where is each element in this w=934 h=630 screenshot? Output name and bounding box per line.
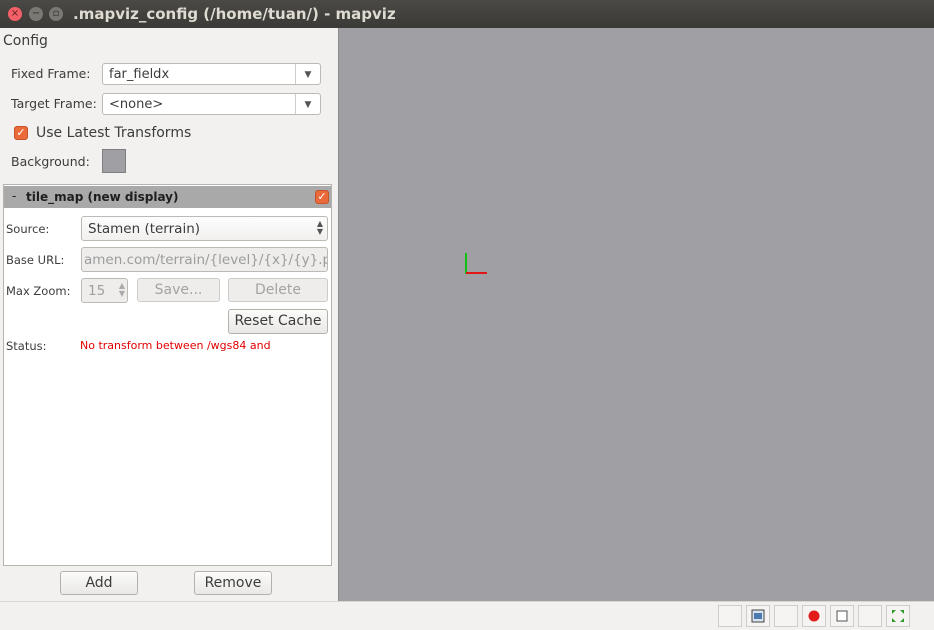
background-label: Background: xyxy=(11,154,90,169)
minimize-window-button[interactable]: − xyxy=(29,7,43,21)
screenshot-button[interactable] xyxy=(746,605,770,627)
checkmark-icon: ✓ xyxy=(16,126,26,139)
close-icon: × xyxy=(10,8,20,19)
source-label: Source: xyxy=(6,222,50,236)
axis-y-marker xyxy=(465,253,467,274)
minimize-icon: − xyxy=(31,8,41,19)
add-display-button[interactable]: Add xyxy=(60,571,138,595)
max-zoom-value: 15 xyxy=(88,283,106,299)
chevron-down-icon: ▼ xyxy=(295,64,320,84)
status-bar xyxy=(0,601,934,629)
source-select[interactable]: Stamen (terrain) ▲ ▼ xyxy=(81,216,328,241)
status-button-blank-2[interactable] xyxy=(774,605,798,627)
checkmark-icon: ✓ xyxy=(317,190,327,203)
config-panel: Config Fixed Frame: far_fieldx ▼ Target … xyxy=(0,28,338,601)
fixed-frame-combo[interactable]: far_fieldx ▼ xyxy=(102,63,321,85)
maximize-icon: ▫ xyxy=(52,8,60,19)
close-window-button[interactable]: × xyxy=(8,7,22,21)
display-header[interactable]: - tile_map (new display) ✓ xyxy=(4,186,331,208)
remove-display-button[interactable]: Remove xyxy=(194,571,272,595)
status-message: No transform between /wgs84 and xyxy=(80,339,271,352)
updown-arrows-icon: ▲ ▼ xyxy=(316,219,323,236)
save-button[interactable]: Save... xyxy=(137,278,220,302)
fixed-frame-label: Fixed Frame: xyxy=(11,66,91,81)
source-value: Stamen (terrain) xyxy=(88,221,201,237)
target-frame-combo[interactable]: <none> ▼ xyxy=(102,93,321,115)
spin-arrows-icon: ▲ ▼ xyxy=(118,281,125,298)
use-latest-transforms-checkbox[interactable]: ✓ xyxy=(14,126,28,140)
base-url-label: Base URL: xyxy=(6,253,65,267)
target-frame-value: <none> xyxy=(109,97,164,112)
display-name: tile_map (new display) xyxy=(26,190,179,204)
status-label: Status: xyxy=(6,339,47,353)
map-canvas[interactable] xyxy=(338,28,934,601)
background-color-swatch[interactable] xyxy=(102,149,126,173)
base-url-value: amen.com/terrain/{level}/{x}/{y}.png xyxy=(84,252,328,268)
title-bar: × − ▫ .mapviz_config (/home/tuan/) - map… xyxy=(0,0,934,28)
use-latest-transforms-label: Use Latest Transforms xyxy=(36,125,192,141)
image-icon xyxy=(747,606,769,626)
expand-arrows-icon xyxy=(887,606,909,626)
status-button-blank-3[interactable] xyxy=(858,605,882,627)
stop-button[interactable] xyxy=(830,605,854,627)
collapse-icon[interactable]: - xyxy=(12,189,16,203)
target-frame-label: Target Frame: xyxy=(11,96,97,111)
max-zoom-label: Max Zoom: xyxy=(6,284,71,298)
base-url-input[interactable]: amen.com/terrain/{level}/{x}/{y}.png xyxy=(81,247,328,272)
maximize-window-button[interactable]: ▫ xyxy=(49,7,63,21)
record-icon xyxy=(803,606,825,626)
fixed-frame-value: far_fieldx xyxy=(109,67,170,82)
config-section-title: Config xyxy=(3,33,48,49)
axis-x-marker xyxy=(466,272,487,274)
reset-cache-button[interactable]: Reset Cache xyxy=(228,309,328,334)
display-enabled-checkbox[interactable]: ✓ xyxy=(315,190,329,204)
display-list: - tile_map (new display) ✓ Source: Stame… xyxy=(3,184,332,566)
delete-button[interactable]: Delete xyxy=(228,278,328,302)
stop-icon xyxy=(831,606,853,626)
fit-view-button[interactable] xyxy=(886,605,910,627)
record-button[interactable] xyxy=(802,605,826,627)
window-title: .mapviz_config (/home/tuan/) - mapviz xyxy=(73,5,396,23)
max-zoom-spinbox[interactable]: 15 ▲ ▼ xyxy=(81,278,128,303)
status-button-blank-1[interactable] xyxy=(718,605,742,627)
chevron-down-icon: ▼ xyxy=(295,94,320,114)
